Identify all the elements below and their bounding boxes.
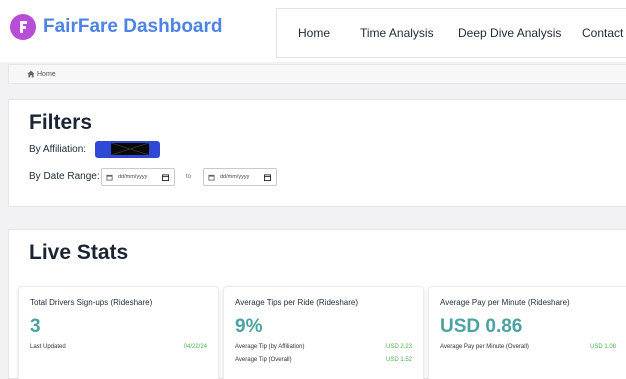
date-picker-icon[interactable] <box>162 173 169 181</box>
date-to-input[interactable]: dd/mm/yyyy <box>203 168 277 186</box>
top-navbar: FairFare Dashboard Home Time Analysis De… <box>0 0 626 62</box>
breadcrumb-home[interactable]: Home <box>37 71 56 78</box>
stat-row-label: Average Pay per Minute (Overall) <box>440 344 529 350</box>
brand-name: FairFare Dashboard <box>43 16 223 37</box>
stat-title: Total Drivers Sign-ups (Rideshare) <box>30 298 153 307</box>
stat-row-label: Last Updated <box>30 344 66 350</box>
stat-row-value: USD 1.08 <box>589 344 616 350</box>
affiliation-select[interactable] <box>95 141 160 158</box>
stat-value: USD 0.86 <box>440 316 523 337</box>
stat-row-value: 04/22/24 <box>183 344 207 350</box>
nav-menu: Home Time Analysis Deep Dive Analysis Co… <box>276 8 626 58</box>
brand[interactable]: FairFare Dashboard <box>10 14 223 40</box>
stat-row-value: USD 2.23 <box>385 344 412 350</box>
date-from-placeholder: dd/mm/yyyy <box>118 174 148 180</box>
stat-row-label: Average Tip (Overall) <box>235 357 292 363</box>
date-picker-icon[interactable] <box>264 173 271 181</box>
stat-row-value: USD 1.52 <box>385 357 412 363</box>
filters-title: Filters <box>29 111 93 134</box>
to-label: to <box>186 174 192 180</box>
stat-card-average-pay-per-minute: Average Pay per Minute (Rideshare) USD 0… <box>428 286 626 379</box>
live-stats-title: Live Stats <box>29 241 129 264</box>
date-range-label: By Date Range: <box>29 171 100 182</box>
filters-card: Filters By Affiliation: By Date Range: d… <box>8 99 626 207</box>
date-from-input[interactable]: dd/mm/yyyy <box>101 168 175 186</box>
nav-contact[interactable]: Contact <box>582 26 623 40</box>
stat-value: 3 <box>30 316 41 337</box>
date-to-placeholder: dd/mm/yyyy <box>220 174 250 180</box>
fairfare-logo-icon <box>10 14 36 40</box>
nav-home[interactable]: Home <box>298 26 330 40</box>
stat-title: Average Pay per Minute (Rideshare) <box>440 298 570 307</box>
stat-card-driver-signups: Total Drivers Sign-ups (Rideshare) 3 Las… <box>18 286 219 379</box>
stat-row-label: Average Tip (by Affiliation) <box>235 344 305 350</box>
live-stats-card: Live Stats Total Drivers Sign-ups (Rides… <box>8 229 626 379</box>
calendar-icon <box>208 174 215 181</box>
stat-card-average-tips: Average Tips per Ride (Rideshare) 9% Ave… <box>223 286 424 379</box>
nav-deep-dive-analysis[interactable]: Deep Dive Analysis <box>458 26 561 40</box>
stat-title: Average Tips per Ride (Rideshare) <box>235 298 359 307</box>
home-icon <box>27 70 35 78</box>
affiliation-label: By Affiliation: <box>29 144 87 155</box>
stat-value: 9% <box>235 316 263 337</box>
breadcrumb: Home <box>8 64 626 84</box>
nav-time-analysis[interactable]: Time Analysis <box>360 26 434 40</box>
calendar-icon <box>106 174 113 181</box>
redacted-value <box>111 143 149 155</box>
